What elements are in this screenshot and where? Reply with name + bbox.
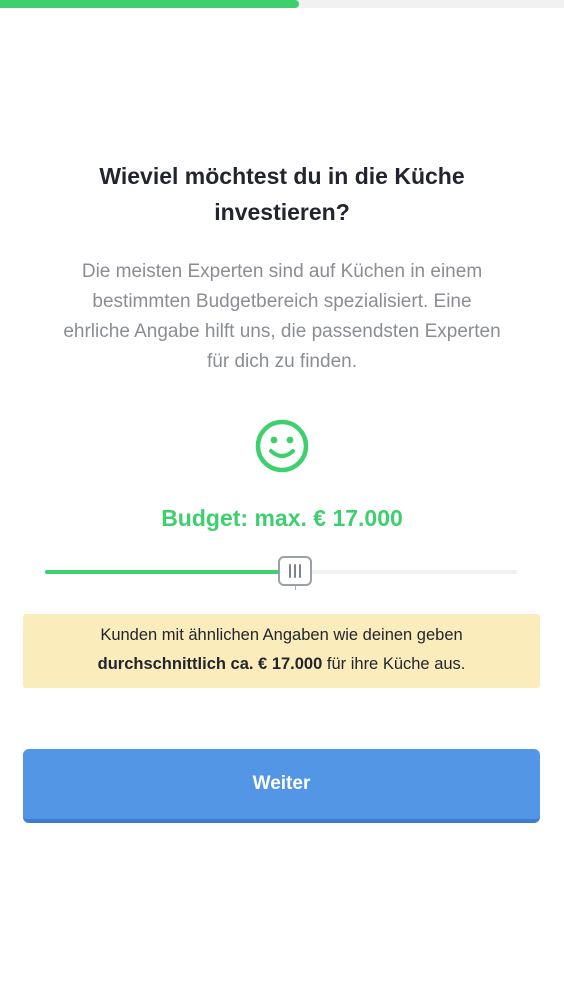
question-title-line-1: Wieviel möchtest du in die Küche <box>99 163 465 189</box>
info-line-1: Kunden mit ähnlichen Angaben wie deinen … <box>100 626 463 644</box>
progress-bar <box>0 0 564 8</box>
info-average-amount: durchschnittlich ca. € 17.000 <box>97 655 323 673</box>
question-title-line-2: investieren? <box>214 199 350 225</box>
next-button[interactable]: Weiter <box>23 749 540 823</box>
budget-value-label: Budget: max. € 17.000 <box>161 505 403 531</box>
progress-bar-fill <box>0 0 299 8</box>
question-subtitle: Die meisten Experten sind auf Küchen in … <box>22 257 542 377</box>
subtitle-line-4: für dich zu finden. <box>207 351 357 372</box>
grip-icon <box>294 564 297 578</box>
grip-icon <box>299 564 302 578</box>
question-title: Wieviel möchtest du in die Küche investi… <box>40 158 524 230</box>
smiley-icon <box>254 418 310 474</box>
info-line-2-rest: für ihre Küche aus. <box>322 655 466 673</box>
slider-handle[interactable] <box>278 556 313 586</box>
budget-slider[interactable] <box>45 552 517 592</box>
subtitle-line-1: Die meisten Experten sind auf Küchen in … <box>81 261 483 282</box>
budget-question-page: Wieviel möchtest du in die Küche investi… <box>0 0 564 1000</box>
subtitle-line-3: ehrliche Angabe hilft uns, die passendst… <box>63 321 501 342</box>
subtitle-line-2: bestimmten Budgetbereich spezialisiert. … <box>92 291 472 312</box>
grip-icon <box>289 564 292 578</box>
slider-fill <box>45 570 296 574</box>
average-budget-info: Kunden mit ähnlichen Angaben wie deinen … <box>23 614 540 688</box>
